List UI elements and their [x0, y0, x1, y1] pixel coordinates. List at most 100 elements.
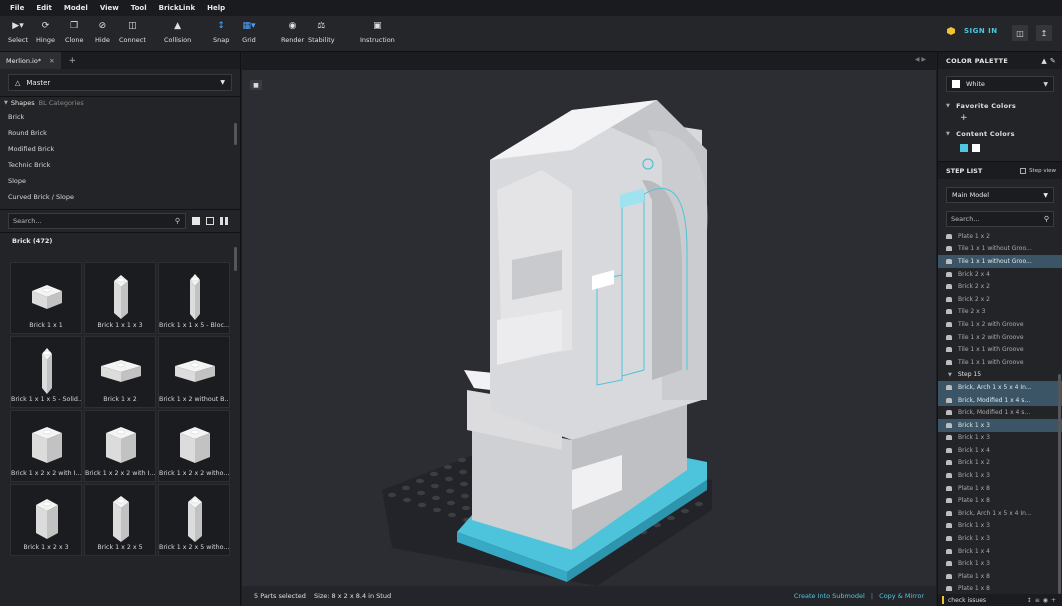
checkbox[interactable] — [1020, 167, 1027, 174]
step-item[interactable]: Tile 1 x 1 with Groove — [938, 356, 1062, 369]
hide-tool[interactable]: ⊘ Hide — [95, 20, 110, 44]
step-item[interactable]: Brick 1 x 4 — [938, 545, 1062, 558]
tab-shapes[interactable]: Shapes — [11, 99, 35, 107]
brick-tile[interactable]: Brick 1 x 2 x 5 witho... — [158, 484, 230, 556]
step-header[interactable]: ▼ Step 15 — [938, 369, 1062, 382]
create-submodel-link[interactable]: Create Into Submodel — [794, 592, 865, 600]
shape-search-input[interactable]: Search... ⚲ — [8, 213, 186, 229]
select-tool[interactable]: ▶▾ Select — [8, 20, 28, 44]
step-item[interactable]: Tile 1 x 1 without Groo... — [938, 255, 1062, 268]
category-item[interactable]: Modified Brick — [0, 141, 240, 157]
step-item[interactable]: Tile 1 x 1 without Groo... — [938, 243, 1062, 256]
brick-tile[interactable]: Brick 1 x 2 x 3 — [10, 484, 82, 556]
step-item[interactable]: Brick 1 x 2 — [938, 457, 1062, 470]
brick-tile[interactable]: Brick 1 x 2 — [84, 336, 156, 408]
step-item[interactable]: Brick, Modified 1 x 4 s... — [938, 393, 1062, 407]
brick-tile[interactable]: Brick 1 x 2 x 2 with I... — [84, 410, 156, 482]
step-item[interactable]: Brick 1 x 3 — [938, 557, 1062, 570]
paint-icon[interactable]: ▲ — [1041, 57, 1047, 65]
menu-edit[interactable]: Edit — [36, 4, 52, 12]
master-dropdown[interactable]: △ Master ▼ — [8, 74, 232, 91]
step-view-toggle[interactable]: Step view — [1020, 167, 1056, 174]
close-icon[interactable]: ✕ — [49, 57, 54, 65]
step-item[interactable]: Brick 1 x 3 — [938, 418, 1062, 432]
step-item[interactable]: Brick, Arch 1 x 5 x 4 In... — [938, 507, 1062, 520]
step-item[interactable]: Brick 1 x 3 — [938, 432, 1062, 445]
step-item[interactable]: Plate 1 x 8 — [938, 482, 1062, 495]
bottom-tools-icons[interactable]: ↕≡◉+ — [1027, 597, 1059, 604]
step-item[interactable]: Brick, Modified 1 x 4 s... — [938, 406, 1062, 419]
step-list-scrollbar[interactable] — [1058, 374, 1061, 594]
menu-view[interactable]: View — [100, 4, 119, 12]
step-item[interactable]: Tile 1 x 2 with Groove — [938, 331, 1062, 344]
category-item[interactable]: Curved Brick / Slope — [0, 189, 240, 205]
content-colors-section[interactable]: ▼ Content Colors — [938, 127, 1062, 141]
add-tab-icon[interactable]: + — [69, 56, 77, 66]
category-item[interactable]: Round Brick — [0, 125, 240, 141]
stability-tool[interactable]: ⚖ Stability — [308, 20, 335, 44]
menu-tool[interactable]: Tool — [131, 4, 147, 12]
category-item[interactable]: Technic Brick — [0, 157, 240, 173]
hinge-tool[interactable]: ⟳ Hinge — [36, 20, 55, 44]
merlion-model[interactable] — [242, 70, 936, 586]
document-tab[interactable]: Merlion.io* ✕ — [0, 52, 61, 69]
step-item[interactable]: Brick 2 x 2 — [938, 293, 1062, 306]
view-single-icon[interactable] — [192, 217, 200, 225]
step-item[interactable]: Tile 2 x 3 — [938, 306, 1062, 319]
camera-icon[interactable]: ■ — [250, 80, 262, 90]
category-scrollbar[interactable] — [234, 123, 237, 145]
sign-in-button[interactable]: SIGN IN — [947, 27, 998, 35]
tab-bl-categories[interactable]: BL Categories — [39, 99, 84, 107]
brick-tile[interactable]: Brick 1 x 2 x 5 — [84, 484, 156, 556]
brick-tile[interactable]: Brick 1 x 1 x 5 - Bloc... — [158, 262, 230, 334]
step-item[interactable]: Tile 1 x 2 with Groove — [938, 318, 1062, 331]
brick-tile[interactable]: Brick 1 x 1 — [10, 262, 82, 334]
color-dropdown[interactable]: White ▼ — [946, 76, 1054, 92]
render-tool[interactable]: ◉ Render — [281, 20, 304, 44]
model-dropdown[interactable]: Main Model ▼ — [946, 187, 1054, 203]
upload-button[interactable]: ↥ — [1036, 25, 1052, 41]
grid-view-icon[interactable] — [220, 217, 228, 225]
step-item[interactable]: Plate 1 x 8 — [938, 570, 1062, 583]
step-item[interactable]: Tile 1 x 1 with Groove — [938, 343, 1062, 356]
snap-tool[interactable]: ↕ Snap — [213, 20, 229, 44]
brick-tile[interactable]: Brick 1 x 1 x 3 — [84, 262, 156, 334]
step-item[interactable]: Brick 1 x 3 — [938, 520, 1062, 533]
collapse-arrows-icon[interactable]: ◀ ▶ — [915, 56, 926, 63]
step-search-input[interactable]: Search... ⚲ — [946, 211, 1054, 227]
instruction-tool[interactable]: ▣ Instruction — [360, 20, 395, 44]
color-swatch[interactable] — [972, 144, 980, 152]
step-item[interactable]: Plate 1 x 2 — [938, 230, 1062, 243]
copy-mirror-link[interactable]: Copy & Mirror — [879, 592, 924, 600]
check-issues-bar[interactable]: check issues ↕≡◉+ — [938, 594, 1062, 606]
step-item[interactable]: Brick 1 x 3 — [938, 469, 1062, 482]
add-favorite-icon[interactable]: + — [938, 113, 1062, 127]
menu-model[interactable]: Model — [64, 4, 88, 12]
step-item[interactable]: Brick 2 x 4 — [938, 268, 1062, 281]
step-item[interactable]: Brick 1 x 3 — [938, 532, 1062, 545]
shape-grid-scrollbar[interactable] — [234, 247, 237, 271]
collision-tool[interactable]: ▲ Collision — [164, 20, 191, 44]
category-item[interactable]: Brick — [0, 109, 240, 125]
camera-view-icon[interactable] — [206, 217, 214, 225]
grid-tool[interactable]: ▦▾ Grid — [242, 20, 256, 44]
menu-file[interactable]: File — [10, 4, 24, 12]
brick-tile[interactable]: Brick 1 x 2 without B... — [158, 336, 230, 408]
menu-bricklink[interactable]: BrickLink — [159, 4, 196, 12]
cart-button[interactable]: ◫ — [1012, 25, 1028, 41]
brick-tile[interactable]: Brick 1 x 2 x 2 witho... — [158, 410, 230, 482]
step-item[interactable]: Brick 2 x 2 — [938, 280, 1062, 293]
3d-viewport[interactable]: ■ 5 Parts selected Size: 8 x 2 x 8.4 in … — [242, 70, 936, 606]
brick-tile[interactable]: Brick 1 x 2 x 2 with I... — [10, 410, 82, 482]
connect-tool[interactable]: ◫ Connect — [119, 20, 146, 44]
step-item[interactable]: Brick 1 x 4 — [938, 444, 1062, 457]
favorite-colors-section[interactable]: ▼ Favorite Colors — [938, 99, 1062, 113]
menu-help[interactable]: Help — [207, 4, 225, 12]
clone-tool[interactable]: ❐ Clone — [65, 20, 83, 44]
category-item[interactable]: Slope — [0, 173, 240, 189]
step-item[interactable]: Plate 1 x 8 — [938, 494, 1062, 507]
color-swatch[interactable] — [960, 144, 968, 152]
step-item[interactable]: Brick, Arch 1 x 5 x 4 In... — [938, 381, 1062, 394]
brick-tile[interactable]: Brick 1 x 1 x 5 - Solid... — [10, 336, 82, 408]
eyedropper-icon[interactable]: ✎ — [1050, 57, 1056, 65]
